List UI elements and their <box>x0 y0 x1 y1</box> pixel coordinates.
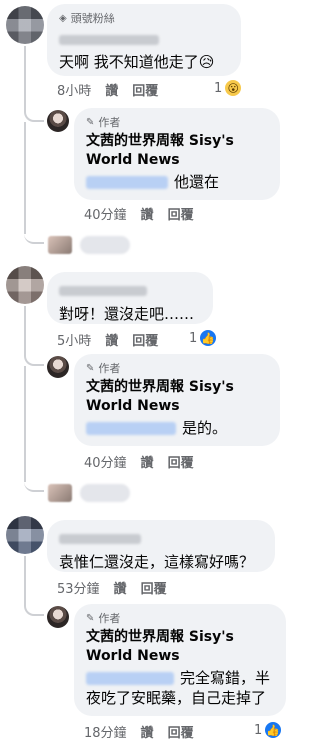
like-button[interactable]: 讚 <box>141 722 154 741</box>
collapsed-thread-branch <box>24 222 44 244</box>
reply-time[interactable]: 40分鐘 <box>84 452 127 471</box>
collapsed-avatar <box>48 484 72 502</box>
reaction-count: 1 <box>214 80 223 96</box>
reply-button[interactable]: 回覆 <box>132 330 158 349</box>
reply-actions: 40分鐘 讚 回覆 <box>84 204 194 223</box>
page-name-link[interactable]: 文茜的世界周報 Sisy's World News <box>86 378 268 416</box>
reply-text: 完全寫錯，半夜吃了安眠藥，自己走掉了 <box>86 669 271 707</box>
mention-tag-redacted[interactable] <box>86 176 168 189</box>
reply-text: 他還在 <box>86 172 268 192</box>
pencil-icon: ✎ <box>86 613 95 624</box>
page-avatar[interactable] <box>47 356 69 378</box>
collapsed-avatar <box>48 236 72 254</box>
reaction-count: 1 <box>189 330 198 346</box>
mention-tag-redacted[interactable] <box>86 422 176 435</box>
mention-tag-redacted[interactable] <box>86 672 174 685</box>
author-badge: ✎ 作者 <box>86 116 121 129</box>
page-name-link[interactable]: 文茜的世界周報 Sisy's World News <box>86 132 268 170</box>
comment-text: 天啊 我不知道他走了😥 <box>59 53 215 71</box>
comment-bubble: 對呀！還沒走吧…… <box>47 272 213 324</box>
collapsed-thread-line <box>24 122 26 234</box>
comment-time[interactable]: 5小時 <box>57 330 91 349</box>
collapsed-replies[interactable] <box>48 236 130 254</box>
like-button[interactable]: 讚 <box>105 80 118 99</box>
commenter-name-redacted[interactable] <box>59 29 229 48</box>
commenter-name-redacted[interactable] <box>59 528 263 547</box>
reply-button[interactable]: 回覆 <box>141 578 167 597</box>
reply-thread-line <box>24 46 44 122</box>
author-badge: ✎ 作者 <box>86 362 121 375</box>
reply-time[interactable]: 40分鐘 <box>84 204 127 223</box>
comment-time[interactable]: 8小時 <box>57 80 91 99</box>
reply-button[interactable]: 回覆 <box>168 204 194 223</box>
pencil-icon: ✎ <box>86 117 95 128</box>
like-icon: 👍 <box>265 722 282 738</box>
reply-time[interactable]: 18分鐘 <box>84 722 127 741</box>
comment-text: 對呀！還沒走吧…… <box>59 305 195 323</box>
reply-button[interactable]: 回覆 <box>168 452 194 471</box>
commenter-name-redacted[interactable] <box>59 280 201 299</box>
like-button[interactable]: 讚 <box>141 452 154 471</box>
page-avatar[interactable] <box>47 606 69 628</box>
reply-button[interactable]: 回覆 <box>132 80 158 99</box>
page-name-link[interactable]: 文茜的世界周報 Sisy's World News <box>86 628 274 666</box>
comment-bubble: 袁惟仁還沒走，這樣寫好嗎？ <box>47 520 275 572</box>
author-reply-bubble: ✎ 作者 文茜的世界周報 Sisy's World News 完全寫錯，半夜吃了… <box>74 604 286 716</box>
collapsed-reply-redacted <box>80 236 130 254</box>
author-badge: ✎ 作者 <box>86 612 121 625</box>
reply-text: 是的。 <box>86 418 268 438</box>
commenter-avatar[interactable] <box>6 6 44 44</box>
like-button[interactable]: 讚 <box>105 330 118 349</box>
like-button[interactable]: 讚 <box>114 578 127 597</box>
reaction-summary[interactable]: 1 👍 <box>254 722 282 738</box>
collapsed-replies[interactable] <box>48 484 130 502</box>
comment-text: 袁惟仁還沒走，這樣寫好嗎？ <box>59 553 255 571</box>
reply-thread-line <box>24 556 44 616</box>
comment-actions: 53分鐘 讚 回覆 <box>57 578 167 597</box>
like-button[interactable]: 讚 <box>141 204 154 223</box>
author-reply-bubble: ✎ 作者 文茜的世界周報 Sisy's World News 是的。 <box>74 354 280 446</box>
wow-icon: 😮 <box>225 80 242 96</box>
reply-button[interactable]: 回覆 <box>168 722 194 741</box>
author-reply-bubble: ✎ 作者 文茜的世界周報 Sisy's World News 他還在 <box>74 108 280 200</box>
comment-time[interactable]: 53分鐘 <box>57 578 100 597</box>
top-fan-badge: ◈ 頭號粉絲 <box>59 12 115 25</box>
collapsed-thread-branch <box>24 470 44 492</box>
reaction-summary[interactable]: 1 😮 <box>214 80 242 96</box>
pencil-icon: ✎ <box>86 363 95 374</box>
comment-bubble: ◈ 頭號粉絲 天啊 我不知道他走了😥 <box>47 4 241 76</box>
commenter-avatar[interactable] <box>6 266 44 304</box>
comment-actions: 8小時 讚 回覆 <box>57 80 158 99</box>
commenter-avatar[interactable] <box>6 516 44 554</box>
comment-actions: 5小時 讚 回覆 <box>57 330 158 349</box>
reaction-count: 1 <box>254 722 263 738</box>
collapsed-thread-line <box>24 366 26 482</box>
reply-thread-line <box>24 306 44 366</box>
collapsed-reply-redacted <box>80 484 130 502</box>
diamond-icon: ◈ <box>59 13 67 24</box>
reply-actions: 18分鐘 讚 回覆 <box>84 722 194 741</box>
reaction-summary[interactable]: 1 👍 <box>189 330 217 346</box>
page-avatar[interactable] <box>47 110 69 132</box>
reply-actions: 40分鐘 讚 回覆 <box>84 452 194 471</box>
like-icon: 👍 <box>200 330 217 346</box>
